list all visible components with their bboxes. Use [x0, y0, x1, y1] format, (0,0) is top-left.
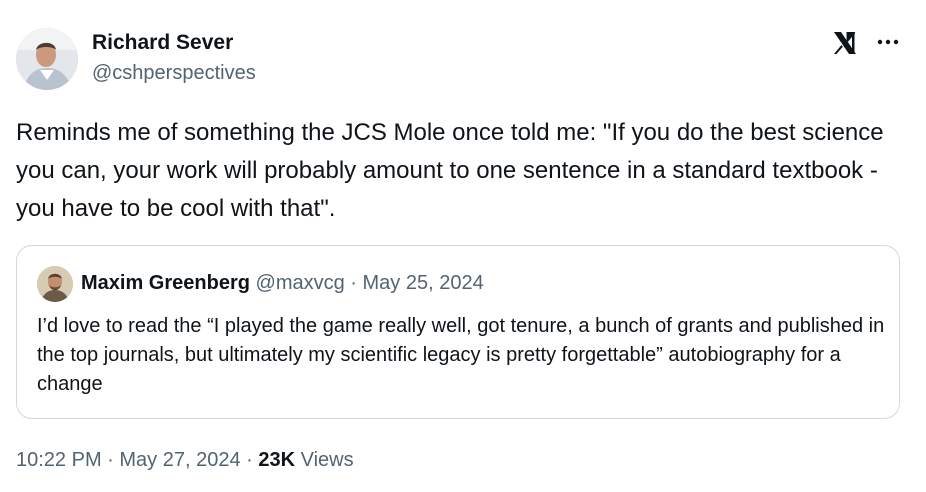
quoted-date[interactable]: May 25, 2024	[363, 272, 484, 294]
tweet-time[interactable]: 10:22 PM	[16, 449, 102, 471]
tweet-text: Reminds me of something the JCS Mole onc…	[16, 119, 884, 222]
more-options-icon[interactable]	[874, 31, 902, 53]
tweet-meta: 10:22 PM · May 27, 2024 · 23K Views	[16, 449, 354, 472]
quoted-separator: ·	[344, 272, 363, 294]
views-label: Views	[295, 449, 354, 471]
author-name[interactable]: Richard Sever	[92, 31, 233, 55]
quoted-author-name[interactable]: Maxim Greenberg	[81, 272, 250, 294]
quoted-text: I’d love to read the “I played the game …	[37, 315, 885, 395]
quoted-author-handle[interactable]: @maxvcg	[256, 272, 345, 294]
quoted-tweet[interactable]: Maxim Greenberg @maxvcg · May 25, 2024 I…	[16, 245, 900, 419]
quoted-author-avatar[interactable]	[37, 266, 73, 302]
tweet-date[interactable]: May 27, 2024	[119, 449, 240, 471]
author-avatar-image	[16, 28, 78, 90]
meta-separator: ·	[101, 449, 120, 471]
x-logo-icon[interactable]	[832, 30, 858, 56]
meta-separator: ·	[240, 449, 259, 471]
quoted-avatar-image	[37, 266, 73, 302]
quoted-header: Maxim Greenberg @maxvcg · May 25, 2024	[81, 272, 484, 295]
author-avatar[interactable]	[16, 28, 78, 90]
tweet-card: Richard Sever @cshperspectives Reminds m…	[0, 0, 926, 492]
author-handle[interactable]: @cshperspectives	[92, 62, 256, 85]
views-count[interactable]: 23K	[258, 449, 295, 471]
